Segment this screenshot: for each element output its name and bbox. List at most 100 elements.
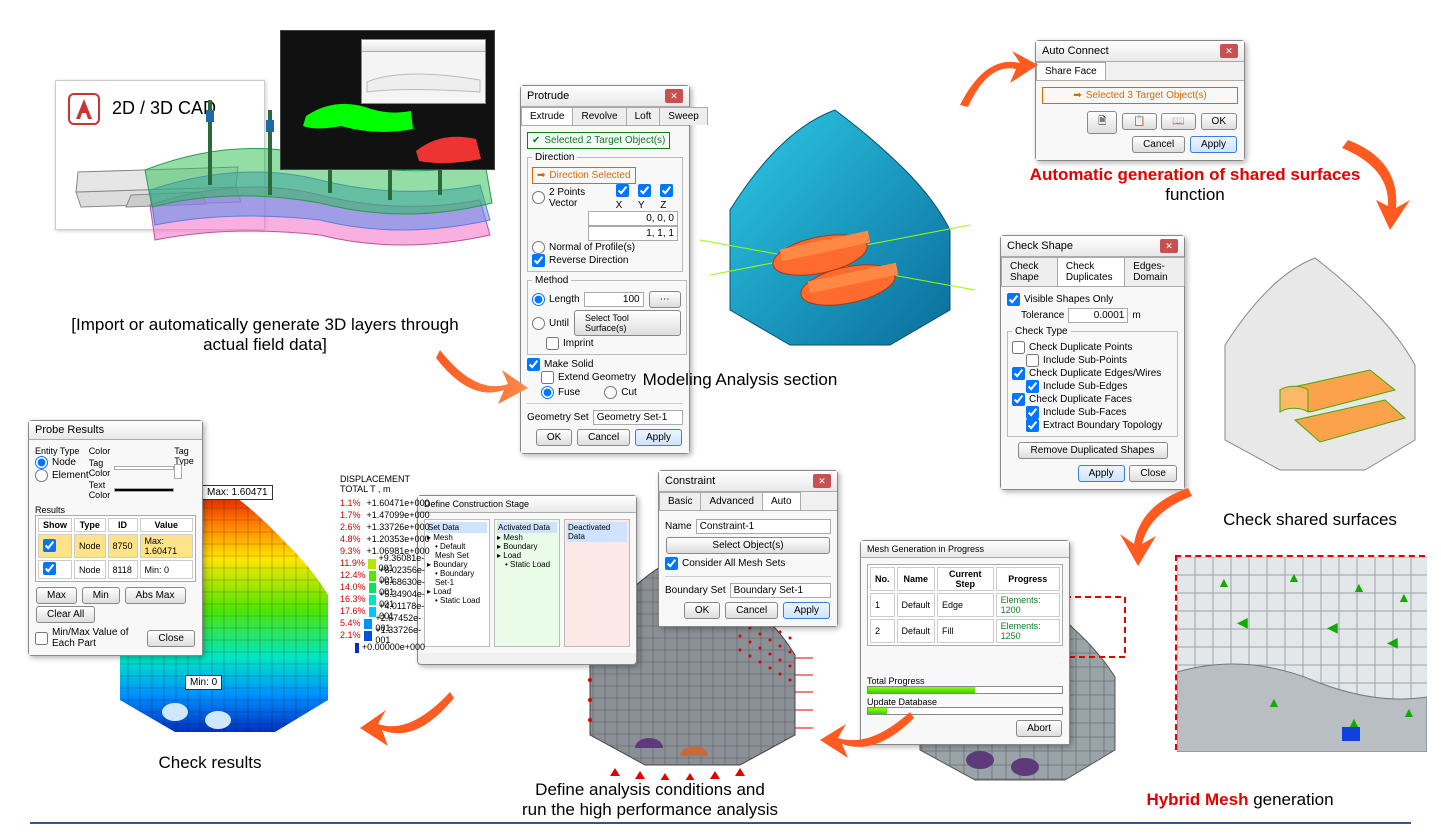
tab-loft[interactable]: Loft (626, 107, 661, 125)
selected-targets[interactable]: ✔Selected 2 Target Object(s) (527, 132, 670, 149)
cb-extend[interactable] (541, 371, 554, 384)
close-button[interactable]: Close (147, 630, 195, 647)
close-icon[interactable]: ✕ (665, 89, 683, 103)
cb-dupfaces[interactable] (1012, 393, 1025, 406)
step-checkshared-label: Check shared surfaces (1195, 510, 1425, 530)
vec2-input[interactable]: 1, 1, 1 (588, 226, 678, 241)
remove-dup-button[interactable]: Remove Duplicated Shapes (1018, 442, 1168, 459)
tab-advanced[interactable]: Advanced (700, 492, 762, 510)
cb-dupedges[interactable] (1012, 367, 1025, 380)
cancel-button[interactable]: Cancel (1132, 136, 1185, 153)
probe-results-dialog: Probe Results Entity Type Node Element C… (28, 420, 203, 656)
icon-btn-1[interactable]: 🗎 (1087, 111, 1117, 134)
flow-arrow-icon (820, 700, 920, 760)
tab-basic[interactable]: Basic (659, 492, 701, 510)
radio-element[interactable] (35, 469, 48, 482)
flow-arrow-icon (1330, 130, 1420, 240)
svg-text:▲: ▲ (1352, 579, 1366, 595)
vec1-input[interactable]: 0, 0, 0 (588, 211, 678, 226)
radio-normal[interactable] (532, 241, 545, 254)
checkshape-title: Check Shape (1007, 240, 1073, 252)
cancel-button[interactable]: Cancel (725, 602, 778, 619)
svg-text:▲: ▲ (1397, 589, 1411, 605)
apply-button[interactable]: Apply (783, 602, 830, 619)
radio-fuse[interactable] (541, 386, 554, 399)
length-picker-btn[interactable]: ⋯ (649, 291, 681, 308)
step-hybrid-label: Hybrid Mesh generation (1090, 790, 1390, 810)
cb-mmeach[interactable] (35, 632, 48, 645)
constraint-dialog: Constraint✕ Basic Advanced Auto NameCons… (658, 470, 838, 627)
close-icon[interactable]: ✕ (1220, 44, 1238, 58)
analysis-dark-preview (280, 30, 495, 170)
ok-button[interactable]: OK (536, 429, 572, 446)
close-icon[interactable]: ✕ (813, 474, 831, 488)
table-row: Node8750Max: 1.60471 (38, 534, 193, 558)
radio-until[interactable] (532, 317, 545, 330)
constraint-name-input[interactable]: Constraint-1 (696, 519, 831, 534)
tab-revolve[interactable]: Revolve (572, 107, 626, 125)
icon-btn-3[interactable]: 📖 (1161, 113, 1195, 130)
selected-3-targets[interactable]: ➡Selected 3 Target Object(s) (1042, 87, 1238, 104)
svg-text:▲: ▲ (1287, 569, 1301, 585)
cb-reverse[interactable] (532, 254, 545, 267)
apply-button[interactable]: Apply (635, 429, 682, 446)
min-button[interactable]: Min (82, 587, 120, 604)
flow-arrow-icon (430, 340, 530, 410)
bset-input[interactable]: Boundary Set-1 (730, 583, 831, 598)
flow-arrow-icon (1110, 480, 1210, 570)
length-input[interactable]: 100 (584, 292, 644, 307)
flow-arrow-icon (950, 45, 1040, 125)
cb-imprint[interactable] (546, 337, 559, 350)
tab-extrude[interactable]: Extrude (521, 107, 573, 125)
checkshape-dialog: Check Shape ✕ Check Shape Check Duplicate… (1000, 235, 1185, 490)
select-tool-btn[interactable]: Select Tool Surface(s) (574, 310, 681, 336)
close-icon[interactable]: ✕ (1160, 239, 1178, 253)
abort-button[interactable]: Abort (1016, 720, 1062, 737)
tab-edgesdomain[interactable]: Edges-Domain (1124, 257, 1185, 286)
step-autogen-label: Automatic generation of shared surfaces … (1015, 165, 1375, 205)
max-tag: Max: 1.60471 (202, 485, 273, 500)
autoconnect-title: Auto Connect (1042, 45, 1109, 57)
cb-visible[interactable] (1007, 293, 1020, 306)
table-row: 1DefaultEdgeElements: 1200 (870, 593, 1060, 617)
radio-2pts[interactable] (532, 191, 545, 204)
bottom-divider (30, 822, 1411, 824)
svg-text:▲: ▲ (1217, 574, 1231, 590)
table-row: 2DefaultFillElements: 1250 (870, 619, 1060, 643)
min-tag: Min: 0 (185, 675, 222, 690)
clearall-button[interactable]: Clear All (36, 606, 95, 623)
cancel-button[interactable]: Cancel (577, 429, 630, 446)
autoconnect-dialog: Auto Connect ✕ Share Face ➡Selected 3 Tar… (1035, 40, 1245, 161)
total-progress (867, 686, 1063, 694)
apply-button[interactable]: Apply (1190, 136, 1237, 153)
cb-consider[interactable] (665, 557, 678, 570)
meshgen-title: Mesh Generation in Progress (867, 544, 984, 554)
icon-btn-2[interactable]: 📋 (1122, 113, 1156, 130)
radio-node[interactable] (35, 456, 48, 469)
tab-checkshape[interactable]: Check Shape (1001, 257, 1058, 286)
ok-button[interactable]: OK (684, 602, 720, 619)
max-button[interactable]: Max (36, 587, 77, 604)
tagtype-select[interactable] (174, 464, 182, 479)
direction-selected[interactable]: ➡Direction Selected (532, 167, 636, 184)
tolerance-input[interactable]: 0.0001 (1068, 308, 1128, 323)
step-define-label: Define analysis conditions and run the h… (460, 780, 840, 820)
tab-checkdup[interactable]: Check Duplicates (1057, 257, 1125, 286)
cyan-terrain-tunnels (690, 80, 980, 360)
legend: DISPLACEMENT TOTAL T , m 1.1%+1.60471e+0… (340, 475, 425, 654)
svg-text:▲: ▲ (1402, 704, 1416, 720)
table-row: Node8118Min: 0 (38, 560, 193, 579)
cs-title: Define Construction Stage (424, 499, 529, 509)
constraint-title: Constraint (665, 475, 715, 487)
step-import-label: [Import or automatically generate 3D lay… (55, 315, 475, 355)
step-modeling-label: Modeling Analysis section (580, 370, 900, 390)
radio-length[interactable] (532, 293, 545, 306)
geomset-input[interactable]: Geometry Set-1 (593, 410, 683, 425)
select-objects-btn[interactable]: Select Object(s) (666, 537, 830, 554)
tab-shareface[interactable]: Share Face (1036, 62, 1106, 80)
probe-title: Probe Results (35, 424, 104, 436)
absmax-button[interactable]: Abs Max (125, 587, 186, 604)
tab-auto[interactable]: Auto (762, 492, 801, 510)
ok-button[interactable]: OK (1201, 113, 1237, 130)
cb-duppts[interactable] (1012, 341, 1025, 354)
